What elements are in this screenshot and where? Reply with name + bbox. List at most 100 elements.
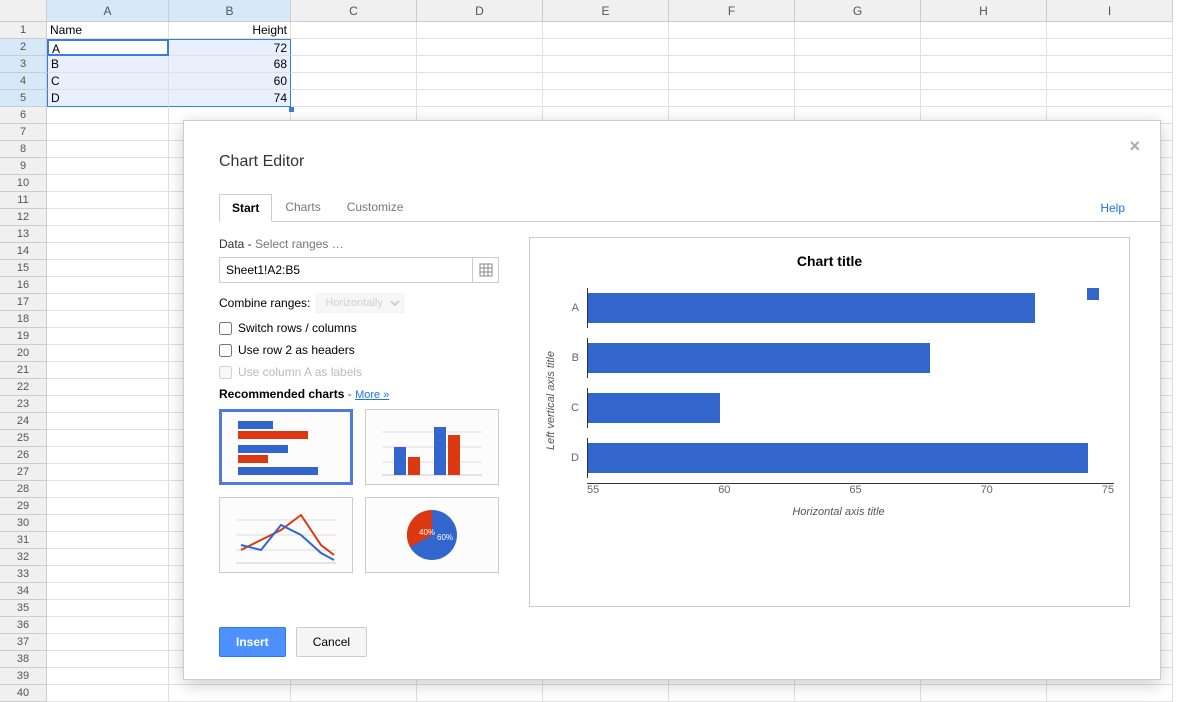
cell-C40[interactable] [291, 685, 417, 702]
cell-A1[interactable]: Name [47, 22, 169, 39]
row-header-18[interactable]: 18 [0, 311, 47, 328]
row-header-23[interactable]: 23 [0, 396, 47, 413]
col-header-D[interactable]: D [417, 0, 543, 22]
use-colA-checkbox[interactable] [219, 366, 232, 379]
cell-A15[interactable] [47, 260, 169, 277]
cell-A14[interactable] [47, 243, 169, 260]
cell-E1[interactable] [543, 22, 669, 39]
cell-A36[interactable] [47, 617, 169, 634]
cell-B4[interactable]: 60 [169, 73, 291, 90]
fill-handle[interactable] [289, 107, 294, 112]
col-header-H[interactable]: H [921, 0, 1047, 22]
row-header-25[interactable]: 25 [0, 430, 47, 447]
row-header-37[interactable]: 37 [0, 634, 47, 651]
row-header-16[interactable]: 16 [0, 277, 47, 294]
cell-A13[interactable] [47, 226, 169, 243]
tab-customize[interactable]: Customize [334, 193, 417, 221]
cell-A4[interactable]: C [47, 73, 169, 90]
row-header-32[interactable]: 32 [0, 549, 47, 566]
cell-A19[interactable] [47, 328, 169, 345]
cell-F2[interactable] [669, 39, 795, 56]
row-header-11[interactable]: 11 [0, 192, 47, 209]
use-row2-checkbox[interactable] [219, 344, 232, 357]
thumb-line[interactable] [219, 497, 353, 573]
cell-D2[interactable] [417, 39, 543, 56]
cell-D5[interactable] [417, 90, 543, 107]
cell-A10[interactable] [47, 175, 169, 192]
cell-A6[interactable] [47, 107, 169, 124]
row-header-22[interactable]: 22 [0, 379, 47, 396]
cell-H4[interactable] [921, 73, 1047, 90]
cell-A17[interactable] [47, 294, 169, 311]
cell-H40[interactable] [921, 685, 1047, 702]
col-header-F[interactable]: F [669, 0, 795, 22]
row-header-35[interactable]: 35 [0, 600, 47, 617]
row-header-34[interactable]: 34 [0, 583, 47, 600]
cell-A18[interactable] [47, 311, 169, 328]
cell-G5[interactable] [795, 90, 921, 107]
cell-F4[interactable] [669, 73, 795, 90]
thumb-pie[interactable]: 40% 60% [365, 497, 499, 573]
cell-A2[interactable]: A [47, 39, 169, 56]
row-header-27[interactable]: 27 [0, 464, 47, 481]
col-header-I[interactable]: I [1047, 0, 1173, 22]
tab-start[interactable]: Start [219, 194, 272, 222]
cell-H3[interactable] [921, 56, 1047, 73]
cell-H2[interactable] [921, 39, 1047, 56]
cell-D3[interactable] [417, 56, 543, 73]
row-header-12[interactable]: 12 [0, 209, 47, 226]
cell-F40[interactable] [669, 685, 795, 702]
cancel-button[interactable]: Cancel [296, 627, 367, 657]
cell-I3[interactable] [1047, 56, 1173, 73]
row-header-21[interactable]: 21 [0, 362, 47, 379]
cell-F1[interactable] [669, 22, 795, 39]
row-header-17[interactable]: 17 [0, 294, 47, 311]
row-header-6[interactable]: 6 [0, 107, 47, 124]
cell-H1[interactable] [921, 22, 1047, 39]
cell-I4[interactable] [1047, 73, 1173, 90]
cell-G1[interactable] [795, 22, 921, 39]
range-input[interactable] [220, 258, 472, 282]
cell-G40[interactable] [795, 685, 921, 702]
select-all-corner[interactable] [0, 0, 47, 22]
cell-A31[interactable] [47, 532, 169, 549]
cell-E40[interactable] [543, 685, 669, 702]
row-header-1[interactable]: 1 [0, 22, 47, 39]
row-header-30[interactable]: 30 [0, 515, 47, 532]
cell-A8[interactable] [47, 141, 169, 158]
cell-A39[interactable] [47, 668, 169, 685]
cell-E3[interactable] [543, 56, 669, 73]
cell-E2[interactable] [543, 39, 669, 56]
cell-B40[interactable] [169, 685, 291, 702]
cell-I2[interactable] [1047, 39, 1173, 56]
row-header-29[interactable]: 29 [0, 498, 47, 515]
combine-select[interactable]: Horizontally [316, 293, 404, 313]
close-icon[interactable]: × [1129, 136, 1140, 157]
cell-A11[interactable] [47, 192, 169, 209]
cell-D40[interactable] [417, 685, 543, 702]
row-header-7[interactable]: 7 [0, 124, 47, 141]
cell-C1[interactable] [291, 22, 417, 39]
cell-A30[interactable] [47, 515, 169, 532]
cell-B3[interactable]: 68 [169, 56, 291, 73]
row-header-40[interactable]: 40 [0, 685, 47, 702]
row-header-19[interactable]: 19 [0, 328, 47, 345]
row-header-2[interactable]: 2 [0, 39, 47, 56]
cell-G4[interactable] [795, 73, 921, 90]
col-header-E[interactable]: E [543, 0, 669, 22]
insert-button[interactable]: Insert [219, 627, 286, 657]
cell-G3[interactable] [795, 56, 921, 73]
row-header-13[interactable]: 13 [0, 226, 47, 243]
row-header-10[interactable]: 10 [0, 175, 47, 192]
col-header-B[interactable]: B [169, 0, 291, 22]
cell-I1[interactable] [1047, 22, 1173, 39]
cell-A25[interactable] [47, 430, 169, 447]
tab-charts[interactable]: Charts [272, 193, 333, 221]
cell-A28[interactable] [47, 481, 169, 498]
cell-A40[interactable] [47, 685, 169, 702]
cell-I5[interactable] [1047, 90, 1173, 107]
more-charts-link[interactable]: More » [355, 389, 389, 401]
cell-C3[interactable] [291, 56, 417, 73]
switch-rows-checkbox[interactable] [219, 322, 232, 335]
cell-C2[interactable] [291, 39, 417, 56]
